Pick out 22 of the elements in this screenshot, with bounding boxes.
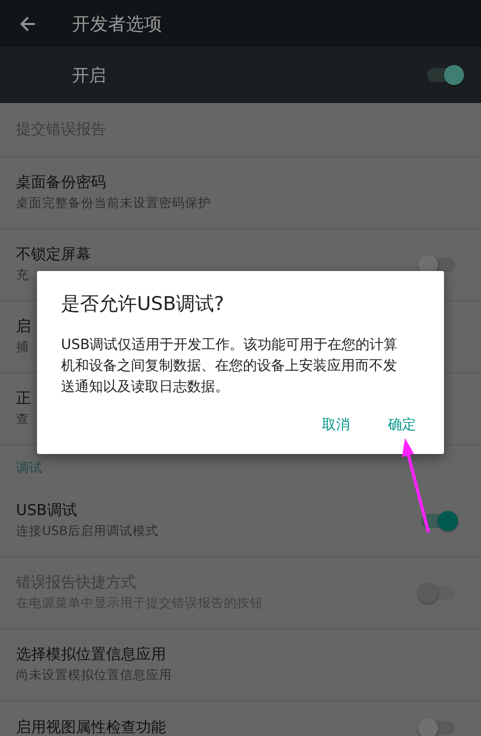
setting-title[interactable]: 选择模拟位置信息应用	[16, 645, 172, 664]
setting-summary: 充	[16, 267, 30, 284]
setting-summary: 桌面完整备份当前未设置密码保护	[16, 195, 211, 212]
setting-title[interactable]: 启用视图属性检查功能	[16, 718, 166, 736]
dialog-title: 是否允许USB调试?	[61, 292, 226, 317]
category-header: 调试	[15, 460, 43, 478]
setting-summary: 查	[16, 411, 30, 428]
setting-title[interactable]: 正	[16, 389, 31, 408]
master-switch[interactable]	[427, 68, 461, 82]
toggle-switch[interactable]	[421, 720, 455, 734]
setting-summary: 尚未设置模拟位置信息应用	[16, 667, 172, 684]
screen-title: 开发者选项	[72, 12, 162, 36]
setting-title[interactable]: 桌面备份密码	[16, 173, 211, 192]
dialog-message: USB调试仅适用于开发工作。该功能可用于在您的计算机和设备之间复制数据、在您的设备上安装应用而不发送通知以及读取日志数据。	[61, 336, 399, 397]
setting-title[interactable]: USB调试	[16, 501, 159, 520]
back-arrow-icon[interactable]	[19, 14, 37, 32]
setting-summary: 捕	[16, 339, 30, 356]
setting-title[interactable]: 启	[16, 317, 31, 336]
toggle-switch[interactable]	[421, 258, 455, 272]
master-switch-label: 开启	[72, 64, 106, 86]
setting-summary: 连接USB后启用调试模式	[16, 523, 159, 540]
setting-title[interactable]: 不锁定屏幕	[16, 245, 91, 264]
